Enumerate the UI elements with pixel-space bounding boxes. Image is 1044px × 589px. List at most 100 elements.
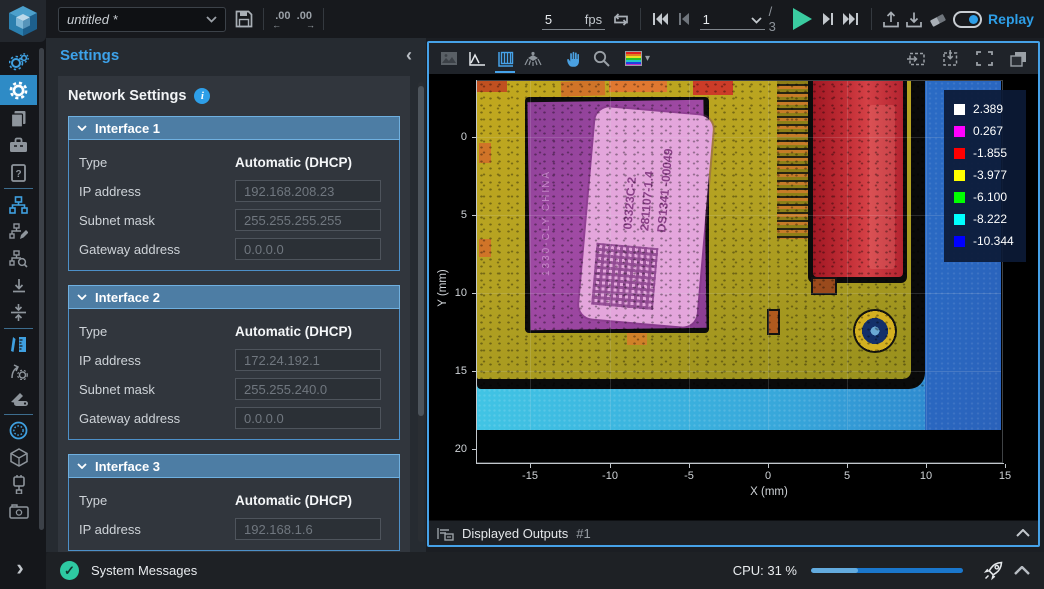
sidebar-item-network[interactable] — [0, 191, 37, 218]
frame-current: 1 — [703, 12, 751, 27]
info-icon[interactable]: i — [194, 88, 210, 104]
sidebar-item-3d-object[interactable] — [0, 444, 37, 471]
chevron-up-icon[interactable] — [1016, 529, 1030, 537]
interface-1-header[interactable]: Interface 1 — [68, 116, 400, 140]
replay-toggle[interactable] — [953, 11, 982, 28]
ip-address-field[interactable] — [235, 349, 381, 371]
sidebar-item-toolbox[interactable] — [0, 132, 37, 159]
increase-decimals-button[interactable]: .00 → — [294, 6, 315, 32]
heightmap-view-button[interactable] — [493, 47, 517, 71]
sidebar-expand-button[interactable]: › — [0, 553, 40, 583]
sidebar-item-compress[interactable] — [0, 299, 37, 326]
project-dropdown[interactable]: untitled * — [58, 7, 226, 32]
pan-tool-button[interactable] — [561, 47, 585, 71]
sidebar-item-help[interactable]: ? — [0, 159, 37, 186]
settings-scrollbar[interactable] — [418, 82, 424, 542]
sidebar-item-sensor[interactable] — [0, 417, 37, 444]
outputs-label: Displayed Outputs — [462, 526, 568, 541]
save-button[interactable] — [232, 6, 255, 32]
sidebar-item-utility[interactable] — [0, 385, 37, 412]
collapse-panel-button[interactable]: ‹ — [406, 45, 412, 66]
fit-height-button[interactable] — [938, 47, 962, 71]
gateway-field[interactable] — [235, 238, 381, 260]
decrease-decimals-button[interactable]: .00 ← — [272, 6, 293, 32]
subnet-mask-row: Subnet mask — [79, 209, 389, 231]
legend-swatch — [954, 170, 965, 181]
save-icon — [235, 10, 253, 28]
sidebar-item-settings[interactable] — [0, 75, 37, 105]
gateway-row: Gateway address — [79, 407, 389, 429]
subnet-mask-field[interactable] — [235, 378, 381, 400]
sidebar-item-pages[interactable] — [0, 105, 37, 132]
next-frame-button[interactable] — [816, 6, 839, 32]
toolbox-icon — [9, 137, 28, 154]
fps-value: 5 — [545, 12, 585, 27]
displayed-outputs-bar[interactable]: Displayed Outputs #1 — [429, 520, 1038, 545]
chevron-up-icon[interactable] — [1014, 566, 1030, 575]
sidebar-scrollbar[interactable] — [39, 48, 44, 530]
network-settings-card: Network Settings i Interface 1 Type Auto… — [58, 76, 410, 552]
cube-wireframe-icon — [10, 448, 28, 467]
legend-row: 0.267 — [954, 120, 1026, 142]
sidebar-separator — [4, 188, 33, 189]
pcb-component — [561, 81, 605, 97]
last-frame-button[interactable] — [839, 6, 862, 32]
step-forward-icon — [822, 12, 834, 26]
pointcloud-view-button[interactable] — [521, 47, 545, 71]
download-icon — [905, 10, 923, 28]
sidebar-item-device[interactable] — [0, 498, 37, 525]
compress-icon — [10, 304, 27, 321]
cube-logo-icon — [8, 5, 38, 37]
network-search-icon — [9, 250, 28, 268]
interface-2-header[interactable]: Interface 2 — [68, 285, 400, 309]
chevron-down-icon — [77, 294, 87, 300]
import-button[interactable] — [903, 6, 926, 32]
sidebar-item-configuration[interactable] — [0, 48, 37, 75]
plot-area[interactable]: 1330-CLY CHINA 03323C-2 281107-1.4 DS134… — [429, 74, 1038, 520]
sidebar-item-measure-tools[interactable] — [0, 331, 37, 358]
pocket-knife-icon — [9, 391, 29, 407]
interface-3-header[interactable]: Interface 3 — [68, 454, 400, 478]
sidebar-item-automation[interactable] — [0, 358, 37, 385]
previous-frame-button[interactable] — [672, 6, 695, 32]
app-logo[interactable] — [0, 0, 46, 42]
sidebar-item-connector[interactable] — [0, 471, 37, 498]
zoom-tool-button[interactable] — [589, 47, 613, 71]
gateway-row: Gateway address — [79, 238, 389, 260]
performance-button[interactable] — [981, 558, 1006, 583]
profile-view-button[interactable] — [465, 47, 489, 71]
duplicate-view-button[interactable] — [1006, 47, 1030, 71]
legend-swatch — [954, 236, 965, 247]
fit-width-button[interactable] — [904, 47, 928, 71]
ip-address-field[interactable] — [235, 180, 381, 202]
layers-icon — [1010, 51, 1027, 67]
system-messages-label[interactable]: System Messages — [91, 563, 197, 578]
sidebar-item-align-down[interactable] — [0, 272, 37, 299]
fps-input[interactable]: 5 fps — [542, 8, 605, 30]
ip-address-field[interactable] — [235, 518, 381, 540]
gridline — [768, 81, 769, 430]
status-bar: ✓ System Messages CPU: 31 % — [46, 552, 1044, 589]
image-view-button[interactable] — [437, 47, 461, 71]
frame-dropdown[interactable]: 1 — [700, 8, 765, 30]
striped-rect-icon — [497, 51, 514, 67]
clear-button[interactable] — [926, 6, 949, 32]
toolbar-separator — [263, 8, 264, 30]
pcb-component — [479, 239, 491, 257]
pen-ruler-icon — [9, 336, 28, 354]
gateway-field[interactable] — [235, 407, 381, 429]
color-legend: 2.389 0.267 -1.855 -3.977 -6.100 -8.222 … — [944, 90, 1026, 262]
sidebar-item-network-search[interactable] — [0, 245, 37, 272]
pcb-component — [627, 333, 647, 345]
fit-view-button[interactable] — [972, 47, 996, 71]
play-button[interactable] — [787, 6, 816, 32]
subnet-mask-field[interactable] — [235, 209, 381, 231]
arrow-down-icon — [11, 278, 27, 294]
rocket-icon — [981, 558, 1006, 583]
sidebar-item-network-edit[interactable] — [0, 218, 37, 245]
interface-1-section: Interface 1 Type Automatic (DHCP) IP add… — [68, 116, 400, 271]
colormap-dropdown[interactable]: ▾ — [625, 51, 650, 66]
loop-button[interactable] — [609, 6, 632, 32]
export-button[interactable] — [879, 6, 902, 32]
first-frame-button[interactable] — [649, 6, 672, 32]
